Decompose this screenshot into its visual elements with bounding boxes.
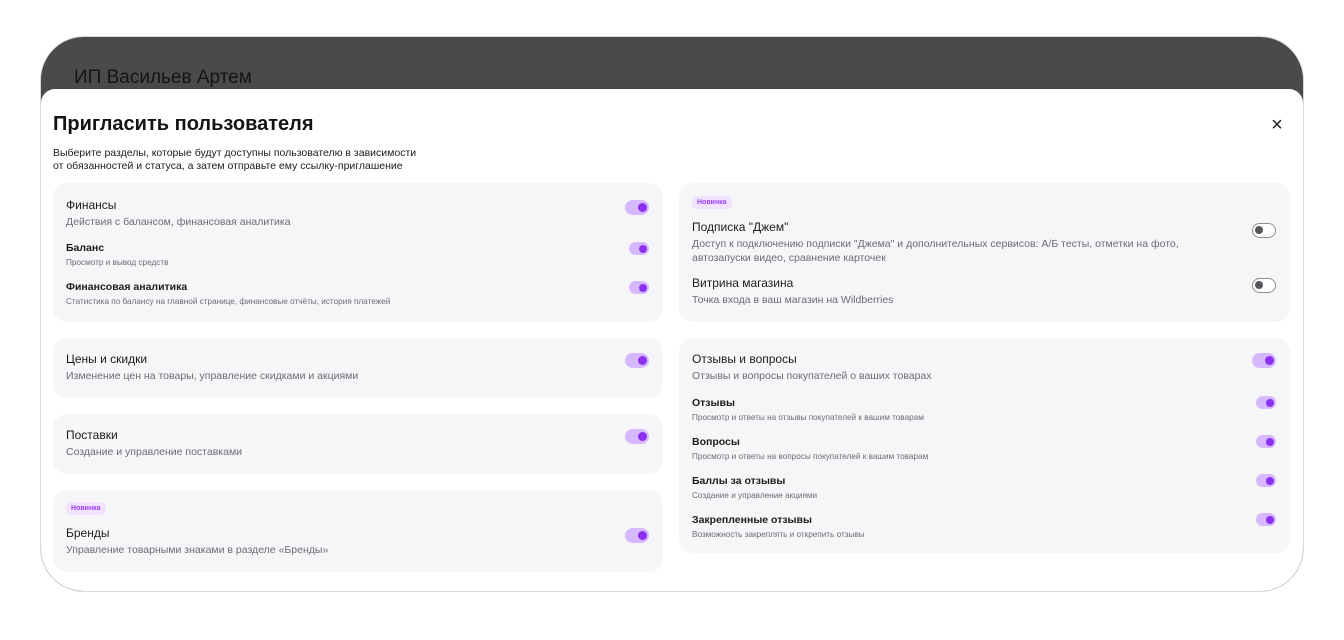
supplies-section: Поставки Создание и управление поставкам… bbox=[66, 428, 650, 459]
pinned-reviews-title: Закрепленные отзывы bbox=[692, 514, 812, 526]
jam-title: Подписка "Джем" bbox=[692, 220, 789, 234]
feedback-toggle[interactable] bbox=[1252, 353, 1276, 368]
prices-title: Цены и скидки bbox=[66, 352, 148, 366]
prices-toggle[interactable] bbox=[625, 353, 649, 368]
feedback-desc: Отзывы и вопросы покупателей о ваших тов… bbox=[692, 370, 932, 382]
brands-toggle[interactable] bbox=[625, 528, 649, 543]
reviews-desc: Просмотр и ответы на отзывы покупателей … bbox=[692, 413, 924, 422]
finance-desc: Действия с балансом, финансовая аналитик… bbox=[66, 216, 291, 228]
finance-title: Финансы bbox=[66, 198, 117, 212]
balance-toggle[interactable] bbox=[629, 242, 649, 255]
invite-user-modal: Пригласить пользователя × Выберите разде… bbox=[41, 89, 1303, 591]
showcase-toggle[interactable] bbox=[1252, 278, 1276, 293]
jam-toggle[interactable] bbox=[1252, 223, 1276, 238]
finance-analytics-section: Финансовая аналитика Статистика по балан… bbox=[66, 280, 650, 308]
jam-card: Новинка Подписка "Джем" Доступ к подключ… bbox=[679, 183, 1290, 322]
finance-analytics-toggle[interactable] bbox=[629, 281, 649, 294]
questions-desc: Просмотр и ответы на вопросы покупателей… bbox=[692, 452, 929, 461]
brands-section: Бренды Управление товарными знаками в ра… bbox=[66, 526, 650, 557]
showcase-desc: Точка входа в ваш магазин на Wildberries bbox=[692, 294, 894, 306]
review-points-toggle[interactable] bbox=[1256, 474, 1276, 487]
modal-title: Пригласить пользователя bbox=[53, 113, 314, 135]
finance-card: Финансы Действия с балансом, финансовая … bbox=[53, 183, 663, 322]
review-points-section: Баллы за отзывы Создание и управление ак… bbox=[692, 474, 1277, 502]
brands-new-badge: Новинка bbox=[66, 502, 106, 515]
jam-new-badge: Новинка bbox=[692, 196, 732, 209]
supplies-card: Поставки Создание и управление поставкам… bbox=[53, 414, 663, 474]
modal-subtitle: Выберите разделы, которые будут доступны… bbox=[53, 147, 453, 173]
finance-section: Финансы Действия с балансом, финансовая … bbox=[66, 198, 650, 229]
close-icon[interactable]: × bbox=[1265, 113, 1289, 137]
balance-desc: Просмотр и вывод средств bbox=[66, 258, 169, 267]
reviews-title: Отзывы bbox=[692, 397, 735, 409]
reviews-toggle[interactable] bbox=[1256, 396, 1276, 409]
jam-desc-line2: автозапуски видео, сравнение карточек bbox=[692, 252, 886, 264]
showcase-section: Витрина магазина Точка входа в ваш магаз… bbox=[692, 276, 1277, 307]
feedback-title: Отзывы и вопросы bbox=[692, 352, 797, 366]
jam-desc: Доступ к подключению подписки "Джема" и … bbox=[692, 237, 1277, 265]
jam-desc-line1: Доступ к подключению подписки "Джема" и … bbox=[692, 238, 1179, 250]
feedback-card: Отзывы и вопросы Отзывы и вопросы покупа… bbox=[679, 338, 1290, 553]
pinned-reviews-desc: Возможность закреплять и открепить отзыв… bbox=[692, 530, 865, 539]
balance-section: Баланс Просмотр и вывод средств bbox=[66, 241, 650, 269]
review-points-title: Баллы за отзывы bbox=[692, 475, 786, 487]
supplies-title: Поставки bbox=[66, 428, 118, 442]
supplies-toggle[interactable] bbox=[625, 429, 649, 444]
feedback-section: Отзывы и вопросы Отзывы и вопросы покупа… bbox=[692, 352, 1277, 383]
finance-analytics-desc: Статистика по балансу на главной страниц… bbox=[66, 297, 391, 306]
supplies-desc: Создание и управление поставками bbox=[66, 446, 243, 458]
finance-toggle[interactable] bbox=[625, 200, 649, 215]
balance-title: Баланс bbox=[66, 242, 105, 254]
prices-card: Цены и скидки Изменение цен на товары, у… bbox=[53, 338, 663, 398]
prices-desc: Изменение цен на товары, управление скид… bbox=[66, 370, 359, 382]
reviews-section: Отзывы Просмотр и ответы на отзывы покуп… bbox=[692, 396, 1277, 424]
questions-title: Вопросы bbox=[692, 436, 740, 448]
brands-desc: Управление товарными знаками в разделе «… bbox=[66, 544, 329, 556]
finance-analytics-title: Финансовая аналитика bbox=[66, 281, 188, 293]
window-frame: ИП Васильев Артем Пригласить пользовател… bbox=[40, 36, 1304, 592]
pinned-reviews-section: Закрепленные отзывы Возможность закрепля… bbox=[692, 513, 1277, 541]
pinned-reviews-toggle[interactable] bbox=[1256, 513, 1276, 526]
jam-section: Подписка "Джем" Доступ к подключению под… bbox=[692, 220, 1277, 265]
brands-card: Новинка Бренды Управление товарными знак… bbox=[53, 490, 663, 572]
modal-subtitle-line1: Выберите разделы, которые будут доступны… bbox=[53, 147, 417, 159]
modal-subtitle-line2: от обязанностей и статуса, а затем отпра… bbox=[53, 160, 403, 172]
questions-section: Вопросы Просмотр и ответы на вопросы пок… bbox=[692, 435, 1277, 463]
prices-section: Цены и скидки Изменение цен на товары, у… bbox=[66, 352, 650, 383]
questions-toggle[interactable] bbox=[1256, 435, 1276, 448]
review-points-desc: Создание и управление акциями bbox=[692, 491, 818, 500]
showcase-title: Витрина магазина bbox=[692, 276, 794, 290]
background-page-title: ИП Васильев Артем bbox=[74, 67, 252, 88]
brands-title: Бренды bbox=[66, 526, 110, 540]
